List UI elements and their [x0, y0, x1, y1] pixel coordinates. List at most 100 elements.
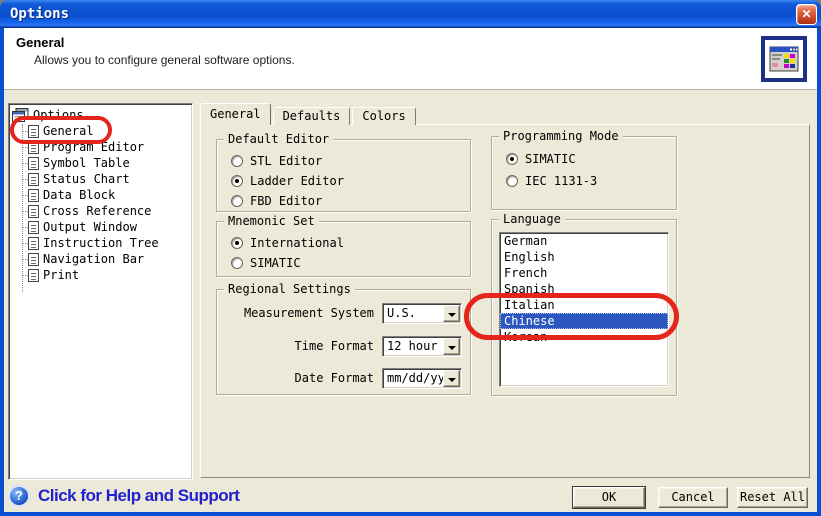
dialog-body: Options General Program Editor Symbol Ta… — [4, 90, 817, 512]
radio-international[interactable]: International — [231, 235, 344, 251]
language-listbox[interactable]: German English French Spanish Italian Ch… — [499, 232, 669, 387]
tree-item-label: Navigation Bar — [43, 251, 144, 267]
page-icon — [28, 205, 39, 218]
measurement-system-select[interactable]: U.S. — [382, 303, 462, 324]
options-tree-panel: Options General Program Editor Symbol Ta… — [8, 103, 193, 480]
radio-stl-editor[interactable]: STL Editor — [231, 153, 322, 169]
tree-item-label: Data Block — [43, 187, 115, 203]
reset-all-button[interactable]: Reset All — [737, 487, 808, 508]
tree-item-label: Program Editor — [43, 139, 144, 155]
tree-item-status-chart[interactable]: Status Chart — [9, 171, 192, 187]
radio-simatic-mode[interactable]: SIMATIC — [506, 151, 576, 167]
tree-item-navigation-bar[interactable]: Navigation Bar — [9, 251, 192, 267]
page-icon — [28, 237, 39, 250]
language-item-chinese[interactable]: Chinese — [500, 313, 668, 329]
page-icon — [28, 221, 39, 234]
date-format-select[interactable]: mm/dd/yy — [382, 368, 462, 389]
chevron-down-icon — [448, 346, 456, 350]
dropdown-button[interactable] — [443, 305, 460, 322]
radio-ladder-editor[interactable]: Ladder Editor — [231, 173, 344, 189]
radio-iec-1131-3[interactable]: IEC 1131-3 — [506, 173, 597, 189]
field-label: Date Format — [295, 371, 374, 385]
radio-label: Ladder Editor — [250, 174, 344, 188]
page-icon — [28, 269, 39, 282]
radio-label: SIMATIC — [525, 152, 576, 166]
group-title: Regional Settings — [224, 282, 355, 296]
tree-item-data-block[interactable]: Data Block — [9, 187, 192, 203]
field-label: Measurement System — [244, 306, 374, 320]
combo-value: 12 hour — [387, 339, 438, 353]
tree-item-symbol-table[interactable]: Symbol Table — [9, 155, 192, 171]
cancel-button[interactable]: Cancel — [658, 487, 728, 508]
tree-item-cross-reference[interactable]: Cross Reference — [9, 203, 192, 219]
options-root-icon — [12, 108, 29, 122]
default-editor-group: Default Editor STL Editor Ladder Editor … — [216, 139, 471, 212]
radio-icon-selected[interactable] — [506, 153, 518, 165]
measurement-system-row: Measurement System U.S. — [225, 303, 462, 324]
window-title: Options — [10, 6, 69, 22]
page-icon — [28, 125, 39, 138]
group-title: Default Editor — [224, 132, 333, 146]
dialog-header: General Allows you to configure general … — [4, 28, 817, 90]
header-description: Allows you to configure general software… — [34, 53, 295, 67]
title-bar[interactable]: Options ✕ — [0, 0, 821, 28]
options-tree: Options General Program Editor Symbol Ta… — [9, 104, 192, 283]
time-format-select[interactable]: 12 hour — [382, 336, 462, 357]
header-title: General — [16, 35, 64, 50]
radio-simatic-mnemonic[interactable]: SIMATIC — [231, 255, 301, 271]
language-item-french[interactable]: French — [500, 265, 668, 281]
general-tab-page: Default Editor STL Editor Ladder Editor … — [200, 124, 810, 478]
radio-fbd-editor[interactable]: FBD Editor — [231, 193, 322, 209]
tree-item-label: Print — [43, 267, 79, 283]
options-dialog: Options ✕ General Allows you to configur… — [0, 0, 821, 516]
radio-icon-selected[interactable] — [231, 237, 243, 249]
tab-label: Defaults — [283, 109, 341, 123]
radio-icon[interactable] — [231, 195, 243, 207]
programming-mode-group: Programming Mode SIMATIC IEC 1131-3 — [491, 136, 677, 210]
dropdown-button[interactable] — [443, 338, 460, 355]
combo-value: mm/dd/yy — [387, 371, 445, 385]
regional-settings-group: Regional Settings Measurement System U.S… — [216, 289, 471, 395]
radio-label: FBD Editor — [250, 194, 322, 208]
tree-item-print[interactable]: Print — [9, 267, 192, 283]
tree-item-label: Status Chart — [43, 171, 130, 187]
language-item-spanish[interactable]: Spanish — [500, 281, 668, 297]
radio-icon[interactable] — [231, 155, 243, 167]
tree-item-output-window[interactable]: Output Window — [9, 219, 192, 235]
language-item-english[interactable]: English — [500, 249, 668, 265]
tab-colors[interactable]: Colors — [352, 107, 415, 125]
page-icon — [28, 141, 39, 154]
mnemonic-set-group: Mnemonic Set International SIMATIC — [216, 221, 471, 277]
radio-label: SIMATIC — [250, 256, 301, 270]
radio-icon[interactable] — [231, 257, 243, 269]
page-icon — [28, 189, 39, 202]
page-icon — [28, 157, 39, 170]
tree-root-label: Options — [33, 107, 84, 123]
group-title: Mnemonic Set — [224, 214, 319, 228]
tab-general[interactable]: General — [200, 103, 271, 125]
tab-defaults[interactable]: Defaults — [273, 107, 351, 125]
date-format-row: Date Format mm/dd/yy — [225, 368, 462, 389]
radio-icon-selected[interactable] — [231, 175, 243, 187]
close-button[interactable]: ✕ — [796, 4, 817, 25]
help-and-support-link[interactable]: ? Click for Help and Support — [8, 484, 239, 508]
tree-item-program-editor[interactable]: Program Editor — [9, 139, 192, 155]
time-format-row: Time Format 12 hour — [225, 336, 462, 357]
help-link-text: Click for Help and Support — [38, 486, 239, 506]
radio-label: IEC 1131-3 — [525, 174, 597, 188]
tree-item-general[interactable]: General — [9, 123, 192, 139]
page-icon — [28, 173, 39, 186]
tab-strip: General Defaults Colors — [200, 103, 418, 125]
chevron-down-icon — [448, 378, 456, 382]
ok-button[interactable]: OK — [573, 487, 645, 508]
tree-root-options[interactable]: Options — [9, 107, 192, 123]
dropdown-button[interactable] — [443, 370, 460, 387]
tree-item-instruction-tree[interactable]: Instruction Tree — [9, 235, 192, 251]
language-item-korean[interactable]: Korean — [500, 329, 668, 345]
combo-value: U.S. — [387, 306, 416, 320]
radio-icon[interactable] — [506, 175, 518, 187]
tab-label: Colors — [362, 109, 405, 123]
tree-item-label: Output Window — [43, 219, 137, 235]
language-item-german[interactable]: German — [500, 233, 668, 249]
language-item-italian[interactable]: Italian — [500, 297, 668, 313]
